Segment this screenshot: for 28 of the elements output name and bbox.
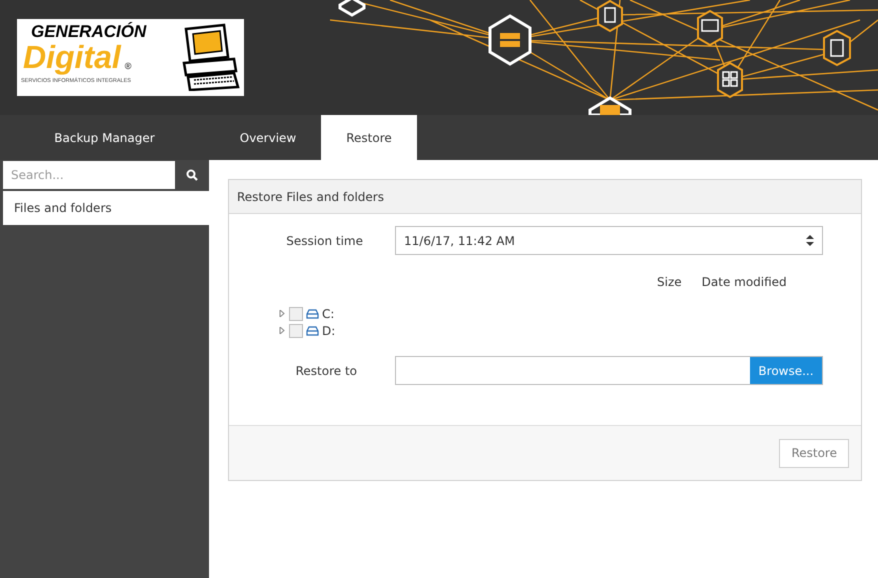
column-header: Size: [657, 274, 682, 291]
drive-icon: [306, 326, 319, 336]
checkbox[interactable]: [289, 324, 303, 338]
logo-name: Digital: [22, 41, 121, 73]
sort-arrows-icon: [806, 235, 814, 246]
restore-button[interactable]: Restore: [779, 438, 849, 468]
expand-arrow-icon[interactable]: [279, 310, 286, 317]
browse-button[interactable]: Browse...: [750, 357, 822, 384]
session-time-select[interactable]: 11/6/17, 11:42 AM: [395, 226, 823, 255]
computer-icon: [180, 23, 240, 91]
session-time-label: Session time: [285, 232, 364, 250]
logo-title: GENERACIÓN: [30, 23, 146, 41]
panel-title: Restore Files and folders: [237, 188, 384, 206]
checkbox[interactable]: [289, 306, 303, 320]
drive-label[interactable]: C:: [322, 304, 334, 322]
column-header: Date modified: [702, 274, 787, 291]
restore-to-label: Restore to: [294, 362, 358, 380]
registered-mark: ®: [124, 60, 132, 72]
tab[interactable]: Restore: [321, 115, 417, 160]
sidebar-item[interactable]: Files and folders: [3, 191, 209, 225]
expand-arrow-icon[interactable]: [279, 327, 286, 334]
app-title: Backup Manager: [54, 130, 155, 146]
restore-to-field[interactable]: Browse...: [395, 356, 823, 385]
tab[interactable]: Overview: [215, 115, 321, 160]
search-field[interactable]: Search...: [3, 161, 175, 189]
drive-icon: [306, 308, 319, 318]
search-icon: [186, 169, 198, 181]
drive-label[interactable]: D:: [322, 322, 336, 340]
